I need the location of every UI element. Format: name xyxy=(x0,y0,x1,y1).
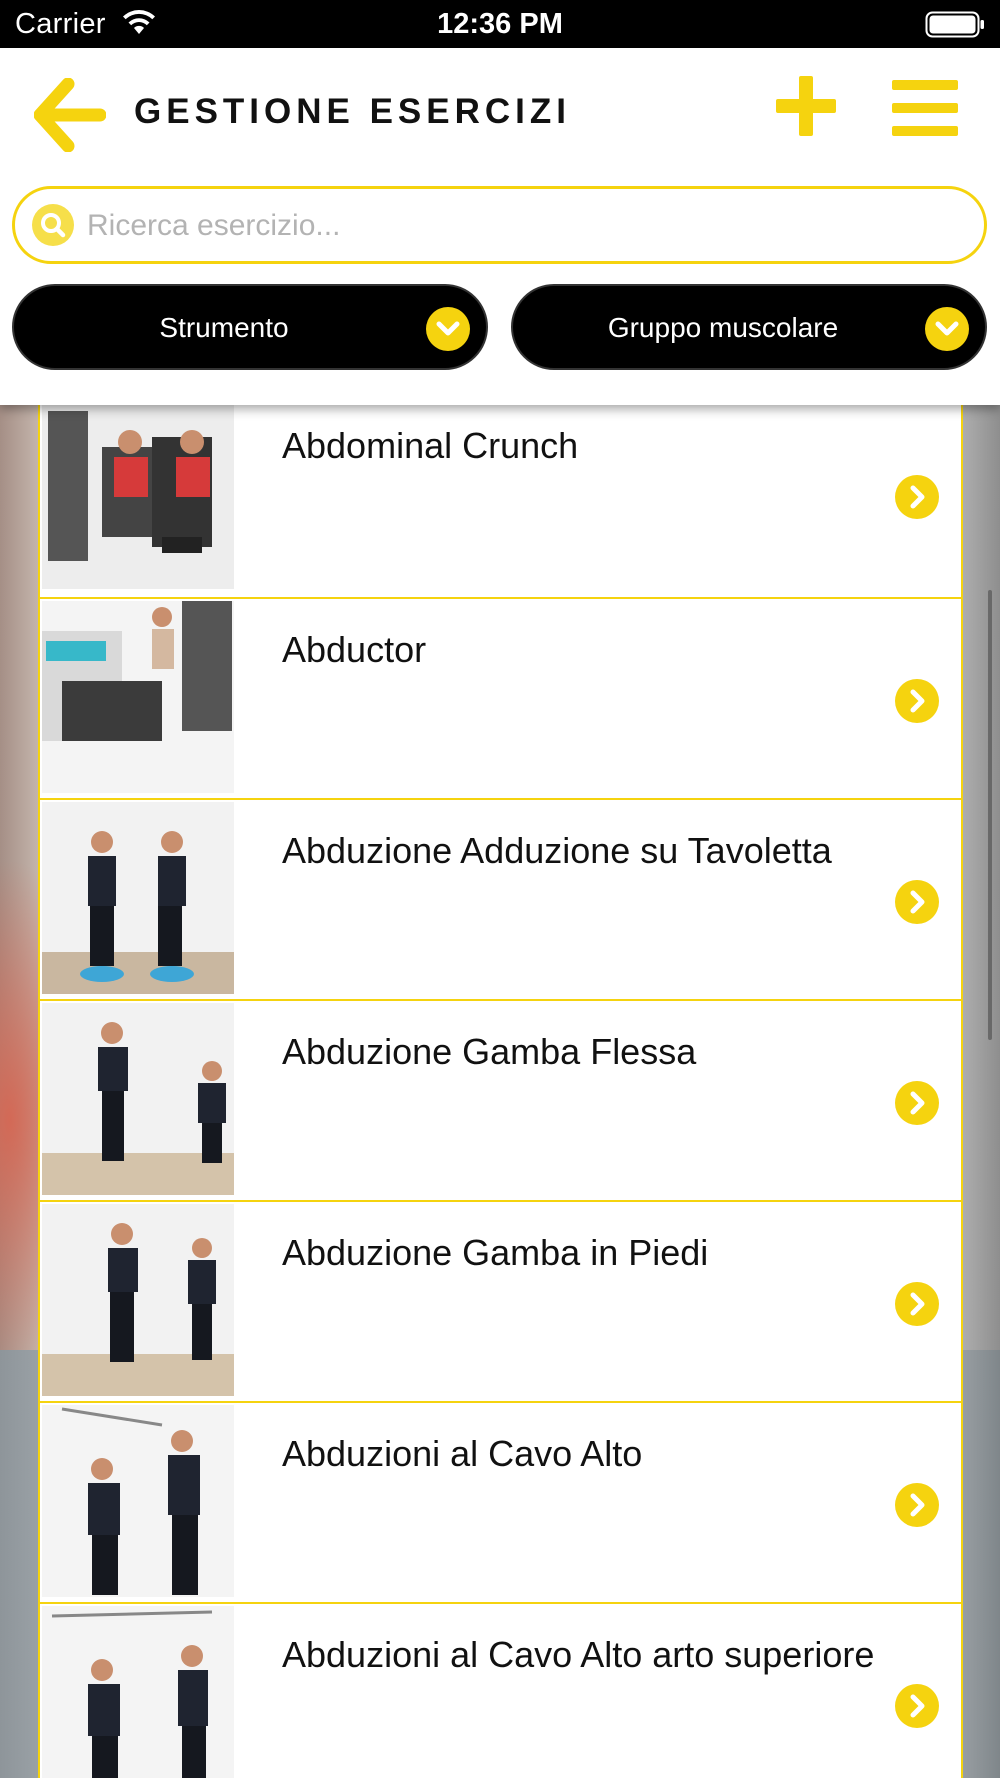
exercise-title: Abduzione Gamba Flessa xyxy=(282,1031,697,1072)
status-time: 12:36 PM xyxy=(437,8,563,40)
exercise-thumbnail xyxy=(42,1606,234,1778)
chevron-right-icon[interactable] xyxy=(895,880,939,924)
exercise-thumbnail xyxy=(42,397,234,589)
list-item[interactable]: Abduzione Gamba in Piedi xyxy=(40,1202,961,1403)
chevron-right-icon[interactable] xyxy=(895,1081,939,1125)
hamburger-menu-icon[interactable] xyxy=(890,78,960,138)
gruppo-muscolare-dropdown[interactable]: Gruppo muscolare xyxy=(511,284,987,370)
chevron-right-icon[interactable] xyxy=(895,1282,939,1326)
exercise-list: Abdominal Crunch Abductor Abduzione Addu… xyxy=(38,397,963,1778)
page-title: GESTIONE ESERCIZI xyxy=(134,92,571,131)
exercise-thumbnail xyxy=(42,802,234,994)
list-item[interactable]: Abduzioni al Cavo Alto xyxy=(40,1403,961,1604)
search-icon xyxy=(32,204,74,246)
search-input[interactable] xyxy=(87,199,967,253)
app-header: GESTIONE ESERCIZI Strumento Gruppo musco… xyxy=(0,48,1000,405)
list-item[interactable]: Abduzione Gamba Flessa xyxy=(40,1001,961,1202)
chevron-down-icon xyxy=(925,307,969,351)
chevron-right-icon[interactable] xyxy=(895,679,939,723)
exercise-title: Abduzioni al Cavo Alto xyxy=(282,1433,643,1474)
exercise-thumbnail xyxy=(42,601,234,793)
exercise-title: Abdominal Crunch xyxy=(282,425,579,466)
list-item[interactable]: Abdominal Crunch xyxy=(40,397,961,599)
strumento-label: Strumento xyxy=(159,312,289,343)
exercise-title: Abduzioni al Cavo Alto arto superiore xyxy=(282,1634,875,1675)
exercise-title: Abductor xyxy=(282,629,427,670)
chevron-right-icon[interactable] xyxy=(895,475,939,519)
list-item[interactable]: Abduzioni al Cavo Alto arto superiore xyxy=(40,1604,961,1778)
scrollbar[interactable] xyxy=(988,590,992,1040)
plus-icon[interactable] xyxy=(774,74,838,138)
exercise-thumbnail xyxy=(42,1405,234,1597)
chevron-down-icon xyxy=(426,307,470,351)
exercise-title: Abduzione Gamba in Piedi xyxy=(282,1232,709,1273)
exercise-thumbnail xyxy=(42,1003,234,1195)
strumento-dropdown[interactable]: Strumento xyxy=(12,284,488,370)
battery-icon xyxy=(925,11,984,38)
search-box[interactable] xyxy=(12,186,987,264)
list-item[interactable]: Abduzione Adduzione su Tavoletta xyxy=(40,800,961,1001)
exercise-thumbnail xyxy=(42,1204,234,1396)
chevron-right-icon[interactable] xyxy=(895,1483,939,1527)
exercise-title: Abduzione Adduzione su Tavoletta xyxy=(282,830,832,871)
chevron-right-icon[interactable] xyxy=(895,1684,939,1728)
status-bar: Carrier 12:36 PM xyxy=(0,0,1000,48)
back-arrow-icon[interactable] xyxy=(34,78,106,152)
list-item[interactable]: Abductor xyxy=(40,599,961,800)
gruppo-muscolare-label: Gruppo muscolare xyxy=(607,312,839,343)
